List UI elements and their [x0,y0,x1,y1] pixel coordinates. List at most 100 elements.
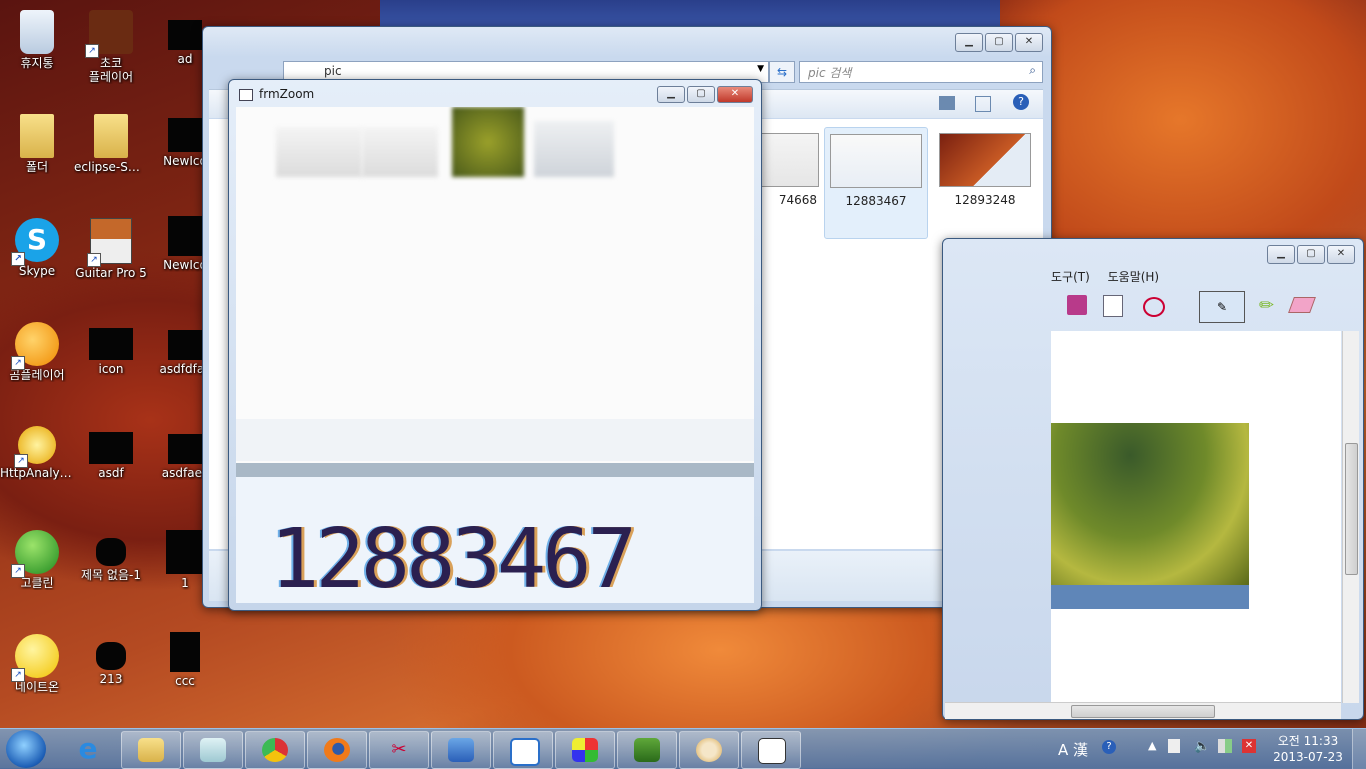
asdf-file-icon[interactable]: asdf [74,420,148,516]
paint-maximize-button[interactable]: ▢ [1297,245,1325,264]
frmzoom-window[interactable]: frmZoom ▁ ▢ ✕ 12883467 [228,79,762,611]
icon-thumbnail [89,328,133,360]
ime-indicator[interactable]: A 漢 [1058,739,1088,760]
eraser-icon[interactable] [1288,297,1316,313]
paint-menubar: 도구(T) 도움말(H) [1051,268,1159,285]
clock-date: 2013-07-23 [1273,750,1343,764]
shortcut-arrow-icon: ↗ [11,564,25,578]
frmzoom-caption-buttons: ▁ ▢ ✕ [657,86,753,103]
paint-close-button[interactable]: ✕ [1327,245,1355,264]
httpanalyzer-icon: ↗ [14,426,56,468]
taskbar-app6-button[interactable] [431,731,491,769]
power-alert-icon[interactable]: ✕ [1242,739,1256,753]
taskbar-app8-button[interactable] [555,731,615,769]
paint-vertical-scrollbar[interactable] [1342,331,1359,703]
frmzoom-maximize-button[interactable]: ▢ [687,86,715,103]
paint-canvas-taskbar-strip [1051,585,1249,609]
guitar-pro-shortcut[interactable]: ↗ Guitar Pro 5 [74,212,148,308]
thumb-12893248-label: 12893248 [954,193,1016,207]
gom-player-shortcut[interactable]: ↗ 곰플레이어 [0,316,74,412]
search-input[interactable]: pic 검색 ⌕ [799,61,1043,83]
taskbar-chrome-button[interactable] [245,731,305,769]
paint-hscroll-thumb[interactable] [1071,705,1215,718]
taskbar-explorer-button[interactable] [121,731,181,769]
choco-player-icon: ↗ [85,10,133,58]
goclean-shortcut[interactable]: ↗ 고클린 [0,524,74,620]
paint-vscroll-thumb[interactable] [1345,443,1358,575]
save-icon[interactable] [1067,295,1087,315]
frmzoom-close-button[interactable]: ✕ [717,86,753,103]
paint-canvas-area[interactable] [1051,331,1341,703]
shortcut-arrow-icon: ↗ [14,454,28,468]
system-tray: A 漢 ? ▲ 🔈 ✕ [1036,729,1266,769]
thumb-12883467[interactable]: 12883467 [824,127,928,239]
window-icon [758,738,786,764]
zoom-band-light [236,419,754,461]
taskbar-snipping-button[interactable]: ✂ [369,731,429,769]
start-button[interactable] [6,730,46,768]
newico-thumbnail [168,118,202,152]
monitor-icon [448,738,474,762]
brush-icon[interactable]: ✏ [1259,295,1274,316]
skype-shortcut[interactable]: S ↗ Skype [0,212,74,308]
eclipse-folder-icon[interactable]: eclipse-SD... [74,108,148,204]
fill-icon[interactable] [1143,297,1165,317]
address-dropdown-icon[interactable]: ▼ [757,64,764,74]
firefox-icon [324,738,350,762]
maximize-button[interactable]: ▢ [985,33,1013,52]
clock[interactable]: 오전 11:33 2013-07-23 [1268,733,1348,765]
help-icon[interactable]: ? [1013,94,1029,110]
taskbar-app7-button[interactable] [493,731,553,769]
file-ccc-icon[interactable]: ccc [148,628,222,724]
untitled-file-icon[interactable]: 제목 없음-1 [74,524,148,620]
zoomed-thumb-4 [534,121,614,177]
recycle-bin-graphic [20,10,54,54]
shortcut-arrow-icon: ↗ [85,44,99,58]
view-options-icon[interactable] [939,96,955,110]
file-1-thumbnail [166,530,204,574]
paint-horizontal-scrollbar[interactable] [945,702,1341,719]
taskbar-paint-button[interactable] [679,731,739,769]
zoomed-number-label: 12883467 [270,512,637,603]
copy-icon[interactable] [1103,295,1123,317]
pencil-tool-button[interactable]: ✎ [1199,291,1245,323]
paint-minimize-button[interactable]: ▁ [1267,245,1295,264]
menu-help[interactable]: 도움말(H) [1108,270,1160,284]
shortcut-arrow-icon: ↗ [11,668,25,682]
minimize-button[interactable]: ▁ [955,33,983,52]
ie-icon[interactable]: e [68,733,108,765]
nateon-icon: ↗ [11,634,59,682]
menu-tools[interactable]: 도구(T) [1051,270,1090,284]
taskbar-firefox-button[interactable] [307,731,367,769]
thumb-12893248[interactable]: 12893248 [937,133,1033,207]
nateon-shortcut[interactable]: ↗ 네이트온 [0,628,74,724]
choco-player-shortcut[interactable]: ↗ 초코 플레이어 [74,4,148,100]
preview-pane-icon[interactable] [975,96,991,112]
address-text: pic [324,64,342,78]
taskbar-app9-button[interactable] [617,731,677,769]
zoom-view: 12883467 [236,107,754,603]
icon-file-icon[interactable]: icon [74,316,148,412]
frmzoom-minimize-button[interactable]: ▁ [657,86,685,103]
file-ccc-thumbnail [170,632,200,672]
help-tray-icon[interactable]: ? [1102,740,1116,754]
paint-bucket-icon [572,738,598,762]
refresh-icon[interactable]: ⇆ [769,61,795,83]
show-hidden-icons-icon[interactable]: ▲ [1148,739,1156,752]
zoom-band-gray [236,463,754,477]
action-center-icon[interactable] [1168,739,1180,753]
file-213-icon[interactable]: 213 [74,628,148,724]
eclipse-folder-graphic [94,114,128,158]
taskbar-frmzoom-button[interactable] [741,731,801,769]
taskbar-app2-button[interactable] [183,731,243,769]
folder-icon[interactable]: 폴더 [0,108,74,204]
close-button[interactable]: ✕ [1015,33,1043,52]
explorer-folder-icon [138,738,164,762]
network-tray-icon[interactable] [1218,739,1232,753]
volume-icon[interactable]: 🔈 [1194,739,1210,754]
show-desktop-button[interactable] [1352,729,1366,769]
httpanalyzer-shortcut[interactable]: ↗ HttpAnalyz... [0,420,74,516]
recycle-bin-icon[interactable]: 휴지통 [0,4,74,100]
paint-window[interactable]: ▁ ▢ ✕ 도구(T) 도움말(H) ✎ ✏ [942,238,1364,720]
chrome-icon [262,738,288,762]
